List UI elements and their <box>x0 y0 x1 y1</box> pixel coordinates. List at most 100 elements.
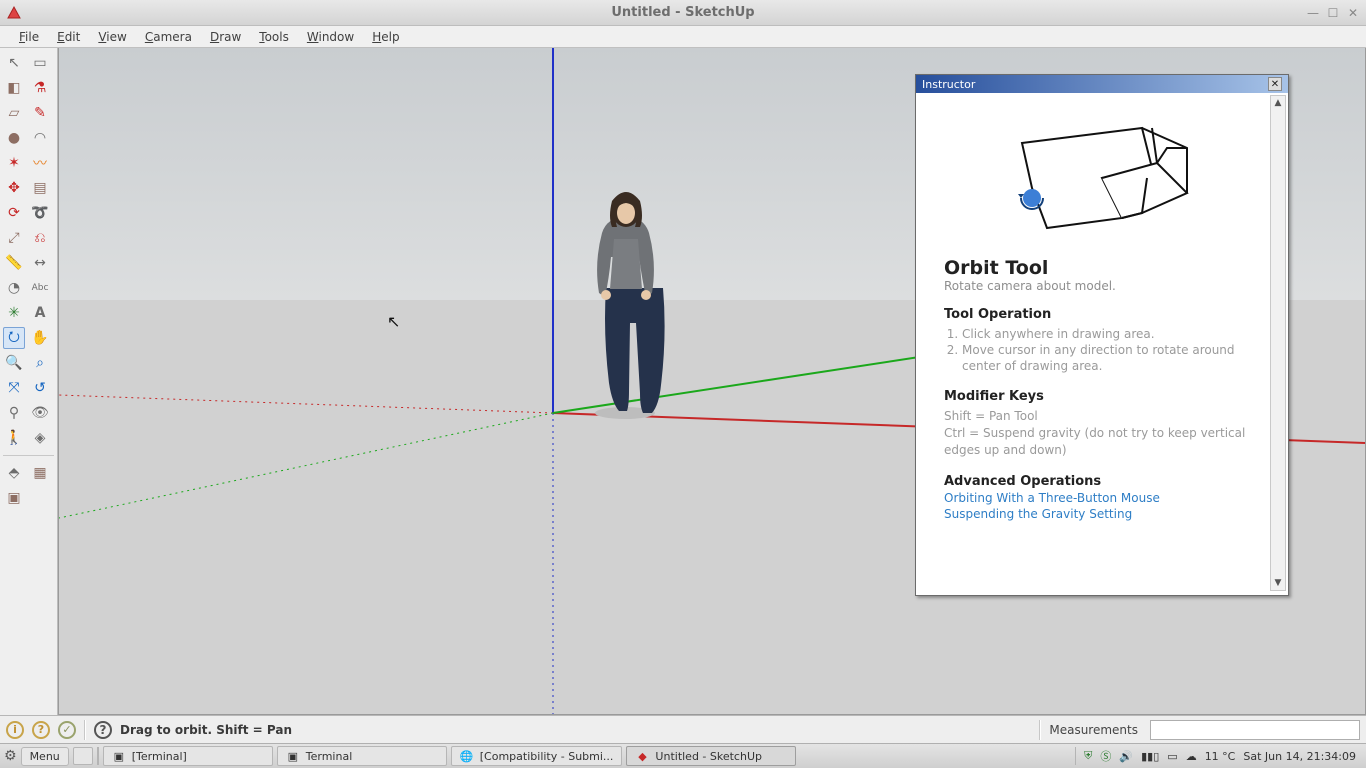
status-circle-2[interactable]: ? <box>32 721 50 739</box>
task-terminal-2[interactable]: ▣ Terminal <box>277 746 447 766</box>
maximize-button[interactable]: ☐ <box>1324 5 1342 21</box>
clock[interactable]: Sat Jun 14, 21:34:09 <box>1243 750 1356 763</box>
task-label: [Terminal] <box>132 750 187 763</box>
measurements-input[interactable] <box>1150 720 1360 740</box>
position-icon[interactable]: ⚲ <box>3 402 25 424</box>
volume-icon[interactable]: 🔊 <box>1119 750 1133 763</box>
menu-tools[interactable]: Tools <box>250 28 298 46</box>
instructor-adv-link[interactable]: Orbiting With a Three-Button Mouse <box>944 491 1260 505</box>
task-label: [Compatibility - Submi... <box>480 750 614 763</box>
help-icon[interactable]: ? <box>94 721 112 739</box>
close-button[interactable]: ✕ <box>1344 5 1362 21</box>
instructor-op-step: Click anywhere in drawing area. <box>962 326 1260 342</box>
axis-red-neg <box>59 395 553 413</box>
3dtext-icon[interactable]: A <box>29 302 51 324</box>
weather-icon[interactable]: ☁ <box>1186 750 1197 763</box>
scale-icon[interactable]: ⤢ <box>3 227 25 249</box>
sketchup-icon: ◆ <box>635 749 649 763</box>
taskbar-sep <box>97 747 99 765</box>
lookaround-icon[interactable]: 👁 <box>29 402 51 424</box>
instructor-op-heading: Tool Operation <box>944 307 1260 322</box>
makecomponent-icon[interactable]: ▦ <box>29 462 51 484</box>
axes-icon[interactable]: ✳ <box>3 302 25 324</box>
zoomextents-icon[interactable]: ⤧ <box>3 377 25 399</box>
instructor-adv-link[interactable]: Suspending the Gravity Setting <box>944 507 1260 521</box>
zoom-icon[interactable]: 🔍 <box>3 352 25 374</box>
polygon-icon[interactable]: ✶ <box>3 152 25 174</box>
status-circle-3[interactable]: ✓ <box>58 721 76 739</box>
makegroup-icon[interactable]: ⬘ <box>3 462 25 484</box>
menu-camera[interactable]: Camera <box>136 28 201 46</box>
instructor-panel: Instructor ✕ <box>915 74 1289 596</box>
terminal-icon: ▣ <box>286 749 300 763</box>
menubar: File Edit View Camera Draw Tools Window … <box>0 26 1366 48</box>
text-icon[interactable]: Abc <box>29 277 51 299</box>
measurements-label: Measurements <box>1049 723 1138 737</box>
sectionplane-icon[interactable]: ◈ <box>29 427 51 449</box>
rectangle-icon[interactable]: ▱ <box>3 102 25 124</box>
system-tray: ⛨ Ⓢ 🔊 ▮▮▯ ▭ ☁ 11 °C Sat Jun 14, 21:34:09 <box>1075 747 1362 765</box>
followme-icon[interactable]: ➰ <box>29 202 51 224</box>
menu-help[interactable]: Help <box>363 28 408 46</box>
menu-view[interactable]: View <box>89 28 135 46</box>
scale-figure-icon <box>595 192 665 419</box>
pan-icon[interactable]: ✋ <box>29 327 51 349</box>
walk-icon[interactable]: 🚶 <box>3 427 25 449</box>
dimension-icon[interactable]: ↔ <box>29 252 51 274</box>
viewport-3d[interactable]: ↖ Instructor ✕ <box>58 48 1366 715</box>
explode-icon[interactable]: ▣ <box>3 487 25 509</box>
window-title: Untitled - SketchUp <box>0 5 1366 20</box>
pushpull-icon[interactable]: ▤ <box>29 177 51 199</box>
task-browser[interactable]: 🌐 [Compatibility - Submi... <box>451 746 623 766</box>
circle-icon[interactable]: ● <box>3 127 25 149</box>
instructor-close-button[interactable]: ✕ <box>1268 77 1282 91</box>
rotate-icon[interactable]: ⟳ <box>3 202 25 224</box>
brightness-icon[interactable]: ▭ <box>1167 750 1177 763</box>
instructor-scrollbar[interactable]: ▲ ▼ <box>1270 95 1286 591</box>
paint-bucket-icon[interactable]: ⚗ <box>29 77 51 99</box>
wifi-icon[interactable]: ▮▮▯ <box>1141 750 1159 763</box>
menu-file[interactable]: File <box>10 28 48 46</box>
scroll-down-icon[interactable]: ▼ <box>1271 576 1285 590</box>
arc-icon[interactable]: ◠ <box>29 127 51 149</box>
instructor-op-step: Move cursor in any direction to rotate a… <box>962 342 1260 374</box>
protractor-icon[interactable]: ◔ <box>3 277 25 299</box>
minimize-button[interactable]: — <box>1304 5 1322 21</box>
instructor-op-list: Click anywhere in drawing area. Move cur… <box>962 326 1260 375</box>
weather-text: 11 °C <box>1205 750 1236 763</box>
skype-icon[interactable]: Ⓢ <box>1100 748 1111 764</box>
system-menu-icon[interactable]: ⚙ <box>4 748 17 764</box>
tape-icon[interactable]: 📏 <box>3 252 25 274</box>
move-icon[interactable]: ✥ <box>3 177 25 199</box>
tray-sep <box>1075 747 1076 765</box>
rectangle-add-icon[interactable]: ▭ <box>29 52 51 74</box>
system-menu-button[interactable]: Menu <box>21 747 69 766</box>
orbit-icon[interactable]: ⭮ <box>3 327 25 349</box>
browser-icon: 🌐 <box>460 749 474 763</box>
instructor-mod-heading: Modifier Keys <box>944 389 1260 404</box>
previous-icon[interactable]: ↺ <box>29 377 51 399</box>
statusbar-sep <box>1039 720 1041 740</box>
menu-edit[interactable]: Edit <box>48 28 89 46</box>
window-titlebar: Untitled - SketchUp — ☐ ✕ <box>0 0 1366 26</box>
instructor-titlebar[interactable]: Instructor ✕ <box>916 75 1288 93</box>
os-taskbar: ⚙ Menu ▣ [Terminal] ▣ Terminal 🌐 [Compat… <box>0 743 1366 768</box>
app-logo-icon <box>6 5 22 21</box>
menu-window[interactable]: Window <box>298 28 363 46</box>
offset-icon[interactable]: ⎌ <box>29 227 51 249</box>
task-terminal-1[interactable]: ▣ [Terminal] <box>103 746 273 766</box>
eraser-icon[interactable]: ◧ <box>3 77 25 99</box>
task-label: Untitled - SketchUp <box>655 750 762 763</box>
line-icon[interactable]: ✎ <box>29 102 51 124</box>
menu-draw[interactable]: Draw <box>201 28 250 46</box>
scroll-up-icon[interactable]: ▲ <box>1271 96 1285 110</box>
status-hint: Drag to orbit. Shift = Pan <box>120 723 1031 737</box>
select-icon[interactable]: ↖ <box>3 52 25 74</box>
status-circle-1[interactable]: i <box>6 721 24 739</box>
shield-icon[interactable]: ⛨ <box>1084 749 1092 763</box>
show-desktop-button[interactable] <box>73 747 93 765</box>
instructor-adv-heading: Advanced Operations <box>944 474 1260 489</box>
freehand-icon[interactable]: 〰 <box>29 152 51 174</box>
task-sketchup[interactable]: ◆ Untitled - SketchUp <box>626 746 796 766</box>
zoomwindow-icon[interactable]: ⌕ <box>29 352 51 374</box>
